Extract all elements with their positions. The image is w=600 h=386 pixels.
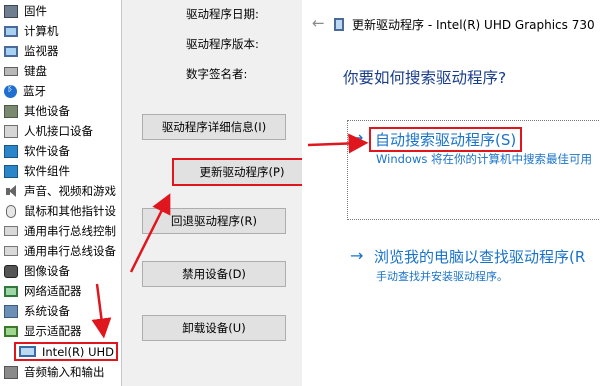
tree-item[interactable]: 网络适配器 [0, 281, 121, 301]
tree-item[interactable]: 显示适配器 [0, 321, 121, 341]
tree-item-label: 通用串行总线设备 [24, 244, 116, 258]
other-devices-icon [4, 104, 18, 118]
browse-computer-link[interactable]: 浏览我的电脑以查找驱动程序(R [374, 246, 585, 267]
disable-device-button[interactable]: 禁用设备(D) [142, 261, 286, 287]
search-question-heading: 你要如何搜索驱动程序? [343, 69, 507, 87]
tree-item-label: 软件设备 [24, 144, 70, 158]
tree-item-label: 系统设备 [24, 304, 70, 318]
tree-item[interactable]: 键盘 [0, 61, 121, 81]
arrow-right-icon: → [350, 128, 364, 147]
tree-item[interactable]: 通用串行总线设备 [0, 241, 121, 261]
driver-properties-panel: 驱动程序日期: 驱动程序版本: 数字签名者: 驱动程序详细信息(I) 更新驱动程… [122, 0, 312, 386]
digital-signer-label: 数字签名者: [186, 67, 248, 81]
tree-item[interactable]: 人机接口设备 [0, 121, 121, 141]
tree-item[interactable]: 鼠标和其他指针设 [0, 201, 121, 221]
display-adapter-icon [334, 18, 344, 31]
tree-item[interactable]: 声音、视频和游戏 [0, 181, 121, 201]
arrow-right-icon: → [350, 246, 364, 265]
device-tree: 固件计算机监视器键盘蓝牙其他设备人机接口设备软件设备软件组件声音、视频和游戏鼠标… [0, 0, 122, 386]
tree-item[interactable]: 软件设备 [0, 141, 121, 161]
display-adapter-icon [4, 325, 18, 337]
auto-search-description: Windows 将在你的计算机中搜索最佳可用 [376, 152, 592, 166]
tree-item-label: 鼠标和其他指针设 [24, 204, 116, 218]
tree-item-label: Intel(R) UHD [42, 344, 114, 359]
firmware-icon [4, 4, 18, 18]
tree-item-label: 音频输入和输出 [24, 365, 105, 379]
computer-icon [4, 25, 18, 37]
tree-item-label: 网络适配器 [24, 284, 82, 298]
tree-item[interactable]: 软件组件 [0, 161, 121, 181]
driver-date-label: 驱动程序日期: [186, 7, 259, 21]
network-adapter-icon [4, 285, 18, 297]
tree-item[interactable]: 固件 [0, 1, 121, 21]
speaker-icon [4, 184, 18, 198]
hid-icon [4, 124, 18, 138]
tree-item-label: 通用串行总线控制 [24, 224, 116, 238]
tree-item-label: 监视器 [24, 44, 59, 58]
browse-computer-description: 手动查找并安装驱动程序。 [376, 270, 508, 283]
usb-device-icon [4, 246, 18, 256]
tree-item[interactable]: 蓝牙 [0, 81, 121, 101]
tree-item-label: 其他设备 [24, 104, 70, 118]
tree-item-label: 显示适配器 [24, 324, 82, 338]
tree-item-label: 固件 [24, 4, 47, 18]
software-component-icon [4, 164, 18, 178]
bluetooth-icon [4, 83, 17, 98]
tree-item-label: 软件组件 [24, 164, 70, 178]
tree-item-intel-uhd[interactable]: Intel(R) UHD [14, 342, 118, 361]
tree-item[interactable]: 系统设备 [0, 301, 121, 321]
wizard-title: 更新驱动程序 - Intel(R) UHD Graphics 730 [352, 18, 595, 32]
tree-item[interactable]: 通用串行总线控制 [0, 221, 121, 241]
keyboard-icon [4, 66, 18, 76]
update-driver-button[interactable]: 更新驱动程序(P) [172, 158, 312, 186]
tree-item-label: 图像设备 [24, 264, 70, 278]
uninstall-device-button[interactable]: 卸载设备(U) [142, 315, 286, 341]
driver-details-button[interactable]: 驱动程序详细信息(I) [142, 114, 286, 140]
monitor-icon [4, 45, 18, 57]
driver-version-label: 驱动程序版本: [186, 37, 259, 51]
usb-icon [4, 226, 18, 236]
auto-search-title: 自动搜索驱动程序(S) [375, 131, 517, 149]
tree-item-label: 声音、视频和游戏 [24, 184, 116, 198]
software-device-icon [4, 144, 18, 158]
tree-item-label: 蓝牙 [23, 84, 46, 98]
tree-item[interactable]: 其他设备 [0, 101, 121, 121]
mouse-icon [6, 204, 16, 218]
tree-item[interactable]: 图像设备 [0, 261, 121, 281]
wizard-title-bar: 更新驱动程序 - Intel(R) UHD Graphics 730 [334, 16, 595, 33]
tree-item-label: 键盘 [24, 64, 47, 78]
system-device-icon [4, 304, 18, 318]
display-adapter-icon [19, 346, 36, 357]
tree-item[interactable]: 音频输入和输出 [0, 362, 121, 382]
camera-icon [4, 264, 18, 278]
back-arrow-icon[interactable]: ← [312, 14, 325, 32]
audio-io-icon [4, 365, 18, 379]
auto-search-link[interactable]: 自动搜索驱动程序(S) [369, 127, 523, 152]
rollback-driver-button[interactable]: 回退驱动程序(R) [142, 208, 286, 234]
tree-item-label: 计算机 [24, 24, 59, 38]
tree-item[interactable]: 计算机 [0, 21, 121, 41]
tree-item[interactable]: 监视器 [0, 41, 121, 61]
tree-item-label: 人机接口设备 [24, 124, 93, 138]
update-driver-wizard: ← 更新驱动程序 - Intel(R) UHD Graphics 730 你要如… [302, 0, 600, 386]
